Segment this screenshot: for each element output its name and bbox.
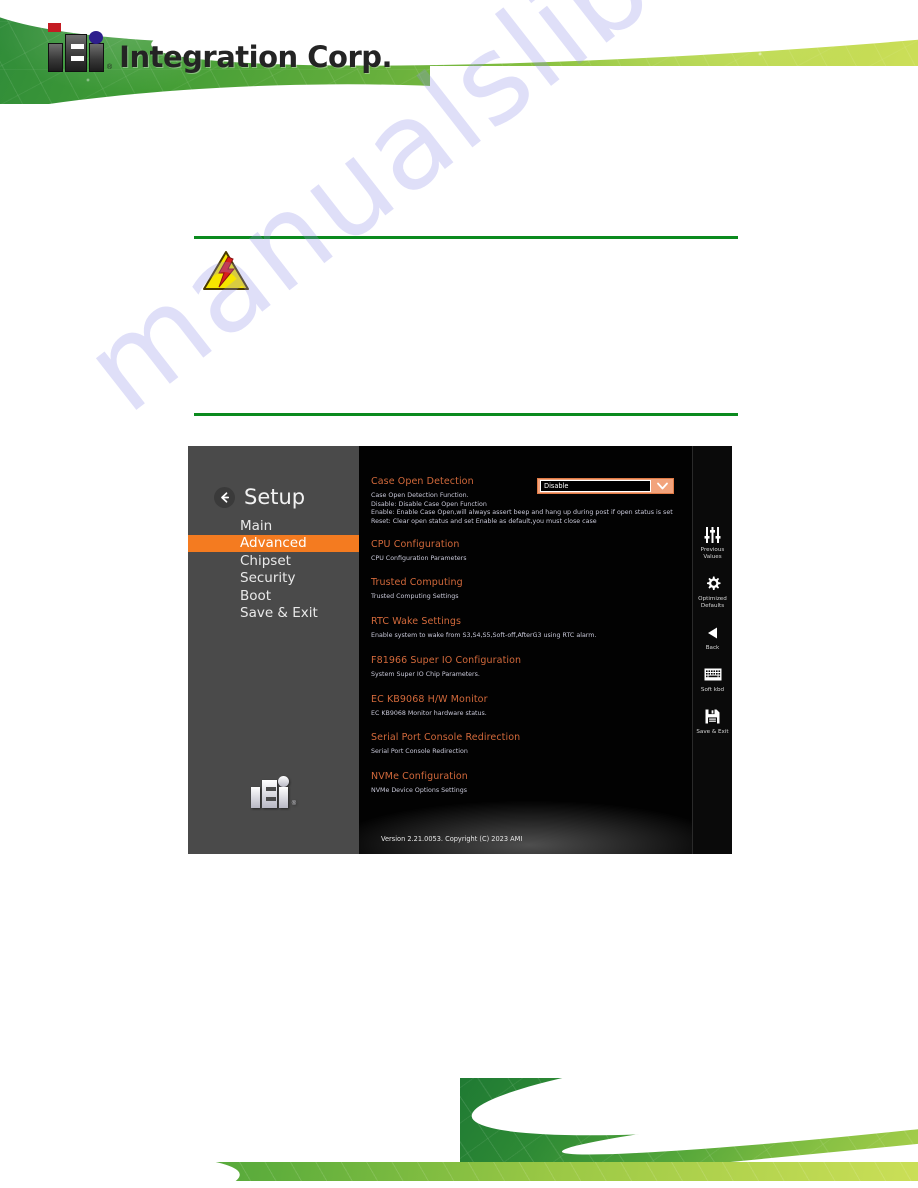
field-description: Case Open Detection Function. Disable: D… [371, 492, 673, 526]
header-white-base [0, 104, 918, 118]
iei-logo-watermark: ® [250, 776, 297, 808]
menu-item-security[interactable]: Security [188, 570, 359, 588]
floppy-disk-icon [705, 708, 720, 726]
bios-setup-screenshot: Setup Main Advanced Chipset Security Boo… [188, 446, 732, 854]
toolbar-save-exit[interactable]: Save & Exit [693, 708, 732, 736]
bios-toolbar: Previous Values Optimized Defaults Back [692, 446, 732, 854]
bios-field-case-open-detection[interactable]: Case Open Detection Case Open Detection … [371, 476, 692, 527]
field-description: Serial Port Console Redirection [371, 748, 468, 756]
field-description: Trusted Computing Settings [371, 593, 459, 601]
bios-bottom-glow [359, 800, 692, 854]
bios-field-cpu-configuration[interactable]: CPU Configuration CPU Configuration Para… [371, 539, 692, 564]
back-triangle-glyph [707, 627, 717, 639]
menu-item-advanced[interactable]: Advanced [188, 534, 359, 552]
bios-sidebar-logo: ® [188, 776, 359, 808]
menu-item-save-exit[interactable]: Save & Exit [188, 605, 359, 623]
bios-field-rtc-wake-settings[interactable]: RTC Wake Settings Enable system to wake … [371, 616, 692, 641]
bios-main-panel: Disable Case Open Detection Case Open De… [359, 446, 692, 854]
field-title: RTC Wake Settings [371, 616, 462, 628]
wm-letter-i-first [250, 787, 260, 808]
wm-registered-mark: ® [291, 801, 297, 807]
toolbar-label: Save & Exit [696, 728, 729, 735]
toolbar-label: Optimized Defaults [698, 595, 727, 609]
field-title: Trusted Computing [371, 577, 463, 589]
keyboard-glyph [704, 668, 721, 681]
bios-setup-header: Setup [214, 487, 359, 508]
toolbar-label: Back [705, 644, 720, 651]
field-title: Case Open Detection [371, 476, 474, 487]
toolbar-soft-keyboard[interactable]: Soft kbd [693, 666, 732, 694]
field-title: CPU Configuration [371, 538, 460, 550]
logo-red-cap [48, 23, 61, 32]
note-rule-bottom [194, 413, 738, 416]
back-arrow-glyph [221, 492, 230, 503]
menu-item-chipset[interactable]: Chipset [188, 552, 359, 570]
note-body [194, 239, 738, 413]
back-triangle-icon [706, 624, 720, 642]
gear-icon [705, 575, 721, 593]
bios-field-f81966-super-io-configuration[interactable]: F81966 Super IO Configuration System Sup… [371, 655, 692, 680]
warning-triangle-icon [203, 251, 249, 290]
field-description: System Super IO Chip Parameters. [371, 670, 480, 678]
iei-logo-mark: ® [48, 23, 113, 72]
bios-field-ec-kb9068-hw-monitor[interactable]: EC KB9068 H/W Monitor EC KB9068 Monitor … [371, 694, 692, 719]
field-description: CPU Configuration Parameters [371, 554, 467, 562]
menu-item-boot[interactable]: Boot [188, 587, 359, 605]
brand-text: Integration Corp. [119, 40, 393, 74]
gear-glyph [706, 576, 720, 590]
bios-field-list: Case Open Detection Case Open Detection … [359, 446, 692, 796]
keyboard-icon [704, 666, 722, 684]
logo-letter-i-first [48, 23, 63, 72]
bios-field-nvme-configuration[interactable]: NVMe Configuration NVMe Device Options S… [371, 771, 692, 796]
wm-dot [277, 776, 289, 787]
bios-field-trusted-computing[interactable]: Trusted Computing Trusted Computing Sett… [371, 577, 692, 602]
bios-version-line: Version 2.21.0053. Copyright (C) 2023 AM… [381, 835, 523, 843]
floppy-disk-glyph [705, 709, 720, 724]
toolbar-label: Previous Values [700, 547, 725, 560]
field-description: EC KB9068 Monitor hardware status. [371, 709, 487, 717]
logo-registered-mark: ® [107, 64, 113, 71]
logo-letter-i-second [89, 31, 104, 72]
field-description: NVMe Device Options Settings [371, 786, 467, 794]
wm-letter-i-second [277, 776, 289, 808]
toolbar-back[interactable]: Back [693, 624, 732, 652]
toolbar-previous-values[interactable]: Previous Values [693, 526, 732, 561]
logo-letter-e [65, 34, 87, 72]
field-title: EC KB9068 H/W Monitor [371, 693, 488, 705]
toolbar-optimized-defaults[interactable]: Optimized Defaults [693, 575, 732, 610]
toolbar-label: Soft kbd [700, 686, 725, 693]
menu-item-main[interactable]: Main [188, 517, 359, 535]
page-footer-band [0, 1078, 918, 1188]
iei-company-logo: ® Integration Corp. [48, 23, 393, 74]
back-arrow-icon[interactable] [214, 487, 235, 508]
bios-sidebar: Setup Main Advanced Chipset Security Boo… [188, 446, 359, 854]
field-description: Enable system to wake from S3,S4,S5,Soft… [371, 632, 597, 640]
sliders-icon [704, 526, 721, 544]
wm-letter-e [261, 780, 277, 808]
field-title: F81966 Super IO Configuration [371, 654, 522, 666]
logo-blue-dot [89, 31, 103, 44]
field-title: Serial Port Console Redirection [371, 732, 521, 744]
bios-setup-title: Setup [244, 485, 306, 509]
bios-field-serial-port-console-redirection[interactable]: Serial Port Console Redirection Serial P… [371, 732, 692, 757]
warning-note-box [194, 236, 738, 416]
sliders-glyph [704, 527, 721, 543]
field-title: NVMe Configuration [371, 770, 468, 782]
footer-white-base [0, 1181, 918, 1188]
bios-menu: Main Advanced Chipset Security Boot Save… [188, 517, 359, 622]
